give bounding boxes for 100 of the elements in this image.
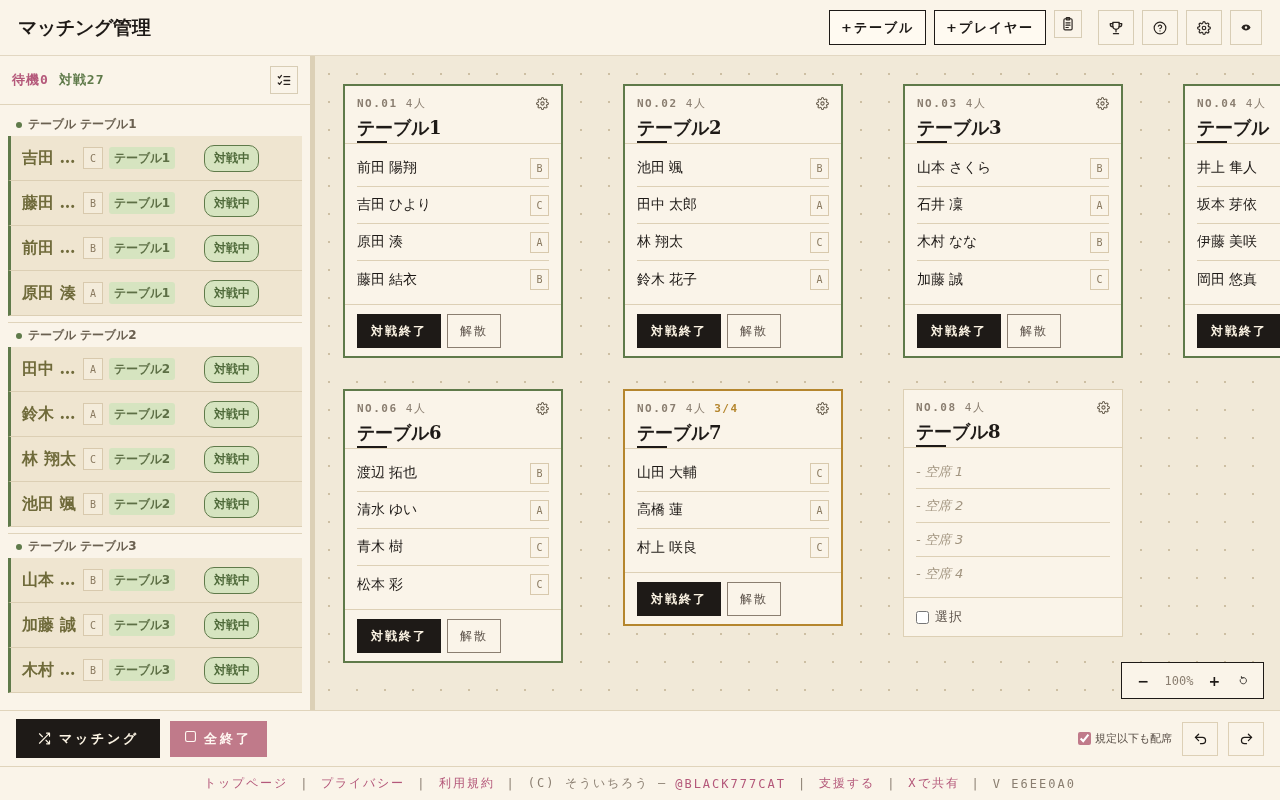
table-name: テーブル8 bbox=[916, 421, 1002, 443]
footer-link[interactable]: Xで共有 bbox=[908, 775, 960, 792]
player-name: 山本 … bbox=[22, 569, 77, 591]
disband-button[interactable]: 解散 bbox=[447, 619, 501, 653]
end-match-button[interactable]: 対戦終了 bbox=[357, 314, 441, 348]
status-pill: 対戦中 bbox=[204, 355, 259, 383]
rank-badge: C bbox=[810, 231, 829, 253]
table-card[interactable]: NO.08 4人 テーブル8 - 空席 1 - 空席 2 - 空席 3 - 空席 4 選択 bbox=[903, 389, 1123, 637]
disband-button[interactable]: 解散 bbox=[1007, 314, 1061, 348]
group-label: テーブル テーブル1 bbox=[28, 116, 137, 133]
rank-badge: C bbox=[83, 614, 103, 636]
rank-badge: C bbox=[83, 448, 103, 470]
table-tag: テーブル1 bbox=[109, 192, 175, 214]
player-name: 伊藤 美咲 bbox=[1197, 233, 1258, 251]
matching-button[interactable]: マッチング bbox=[16, 719, 160, 758]
player-row[interactable]: 吉田 … C テーブル1 対戦中 bbox=[8, 136, 302, 181]
table-card[interactable]: NO.03 4人 テーブル3 山本 さくら B 石井 凜 A 木村 なな B 加藤 誠 C 対戦終了 解散 bbox=[903, 84, 1123, 358]
disband-button[interactable]: 解散 bbox=[727, 582, 781, 616]
settings-button[interactable] bbox=[816, 401, 829, 415]
player-name: 田中 … bbox=[22, 358, 77, 380]
table-tag: テーブル3 bbox=[109, 614, 175, 636]
player-row[interactable]: 田中 … A テーブル2 対戦中 bbox=[8, 347, 302, 392]
table-tag: テーブル3 bbox=[109, 569, 175, 591]
player-row[interactable]: 池田 颯 B テーブル2 対戦中 bbox=[8, 482, 302, 527]
footer-link[interactable]: @BLACK777CAT bbox=[675, 776, 786, 791]
table-card[interactable]: NO.06 4人 テーブル6 渡辺 拓也 B 清水 ゆい A 青木 樹 C 松本 彩 C 対戦終了 解散 bbox=[343, 389, 563, 663]
player-name: 前田 陽翔 bbox=[357, 159, 418, 177]
footer-link[interactable]: プライバシー bbox=[321, 775, 406, 792]
rank-badge: C bbox=[83, 147, 103, 169]
table-number: NO.04 bbox=[1197, 96, 1238, 110]
table-name: テーブル1 bbox=[357, 117, 443, 139]
settings-button[interactable] bbox=[816, 96, 829, 110]
table-tag: テーブル2 bbox=[109, 448, 175, 470]
redo-button[interactable] bbox=[1228, 721, 1264, 756]
table-card[interactable]: NO.04 4人 テーブル 井上 隼人 坂本 芽依 伊藤 美咲 岡田 悠真 対戦終了 bbox=[1183, 84, 1280, 358]
seat-count: 3/4 bbox=[714, 401, 739, 415]
table-card[interactable]: NO.02 4人 テーブル2 池田 颯 B 田中 太郎 A 林 翔太 C 鈴木 花子 A 対戦終了 解散 bbox=[623, 84, 843, 358]
disband-button[interactable]: 解散 bbox=[727, 314, 781, 348]
clipboard-button[interactable] bbox=[1054, 10, 1082, 38]
player-name: 原田 湊 bbox=[357, 233, 404, 251]
status-pill: 対戦中 bbox=[204, 656, 259, 684]
table-number: NO.07 bbox=[637, 401, 678, 415]
select-checkbox[interactable] bbox=[916, 610, 929, 624]
settings-icon bbox=[536, 401, 549, 415]
status-dot-icon bbox=[16, 332, 22, 339]
player-row[interactable]: 林 翔太 C テーブル2 対戦中 bbox=[8, 437, 302, 482]
table-tag: テーブル1 bbox=[109, 282, 175, 304]
player-row[interactable]: 木村 … B テーブル3 対戦中 bbox=[8, 648, 302, 693]
player-row[interactable]: 原田 湊 A テーブル1 対戦中 bbox=[8, 271, 302, 316]
settings-button[interactable] bbox=[1097, 400, 1110, 414]
status-dot-icon bbox=[16, 121, 22, 128]
eye-button[interactable] bbox=[1230, 10, 1262, 45]
end-match-button[interactable]: 対戦終了 bbox=[1197, 314, 1280, 348]
add-button[interactable]: +テーブル bbox=[829, 10, 926, 45]
footer-separator: | bbox=[797, 776, 808, 791]
settings-icon bbox=[1096, 96, 1109, 110]
end-match-button[interactable]: 対戦終了 bbox=[637, 314, 721, 348]
zoom-in-button[interactable]: + bbox=[1204, 672, 1225, 689]
undo-icon bbox=[1193, 732, 1207, 745]
footer-link[interactable]: 支援する bbox=[819, 775, 876, 792]
rank-badge: C bbox=[530, 574, 549, 595]
end-match-button[interactable]: 対戦終了 bbox=[637, 582, 721, 616]
player-name: 岡田 悠真 bbox=[1197, 270, 1258, 289]
table-name: テーブル7 bbox=[637, 422, 723, 444]
table-tag: テーブル3 bbox=[109, 659, 175, 681]
table-card[interactable]: NO.01 4人 テーブル1 前田 陽翔 B 吉田 ひより C 原田 湊 A 藤田 結衣 B 対戦終了 解散 bbox=[343, 84, 563, 358]
table-card[interactable]: NO.07 4人 3/4 テーブル7 山田 大輔 C 高橋 蓮 A 村上 咲良 C 対戦終了 解散 bbox=[623, 389, 843, 626]
player-row[interactable]: 加藤 誠 C テーブル3 対戦中 bbox=[8, 603, 302, 648]
settings-button[interactable] bbox=[536, 401, 549, 415]
player-name: 井上 隼人 bbox=[1197, 159, 1258, 177]
rank-badge: C bbox=[530, 194, 549, 216]
player-name: 坂本 芽依 bbox=[1197, 196, 1258, 214]
checklist-button[interactable] bbox=[270, 66, 298, 94]
help-icon bbox=[1153, 20, 1167, 35]
disband-button[interactable]: 解散 bbox=[447, 314, 501, 348]
trophy-icon bbox=[1109, 20, 1123, 35]
rank-badge: A bbox=[810, 194, 829, 216]
player-name: 山田 大輔 bbox=[637, 464, 698, 482]
player-name: 青木 樹 bbox=[357, 538, 404, 556]
player-row[interactable]: 鈴木 … A テーブル2 対戦中 bbox=[8, 392, 302, 437]
settings-button[interactable] bbox=[536, 96, 549, 110]
player-name: 村上 咲良 bbox=[637, 538, 698, 557]
help-button[interactable] bbox=[1142, 10, 1178, 45]
zoom-out-button[interactable]: − bbox=[1133, 672, 1154, 689]
rank-badge: B bbox=[530, 269, 549, 290]
option-checkbox[interactable] bbox=[1078, 732, 1091, 745]
zoom-level-text: 100% bbox=[1164, 673, 1194, 688]
player-row[interactable]: 前田 … B テーブル1 対戦中 bbox=[8, 226, 302, 271]
status-pill: 対戦中 bbox=[204, 611, 259, 639]
trophy-button[interactable] bbox=[1098, 10, 1134, 45]
footer-link[interactable]: 利用規約 bbox=[438, 775, 495, 792]
player-row[interactable]: 藤田 … B テーブル1 対戦中 bbox=[8, 181, 302, 226]
undo-button[interactable] bbox=[1182, 721, 1218, 756]
player-row[interactable]: 山本 … B テーブル3 対戦中 bbox=[8, 558, 302, 603]
settings-button[interactable] bbox=[1096, 96, 1109, 110]
add-button[interactable]: +プレイヤー bbox=[934, 10, 1046, 45]
end-match-button[interactable]: 対戦終了 bbox=[917, 314, 1001, 348]
end-match-button[interactable]: 対戦終了 bbox=[357, 619, 441, 653]
footer-link[interactable]: トップページ bbox=[204, 775, 289, 792]
rank-badge: A bbox=[530, 231, 549, 253]
